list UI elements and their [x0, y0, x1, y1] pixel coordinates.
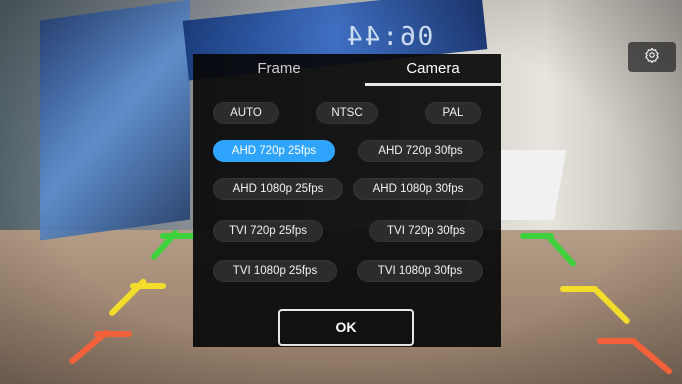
- guide-right-green-cap: [520, 233, 554, 239]
- option-tvi-1080p-30fps[interactable]: TVI 1080p 30fps: [357, 260, 483, 282]
- option-tvi-1080p-25fps[interactable]: TVI 1080p 25fps: [213, 260, 337, 282]
- gear-icon: [644, 47, 660, 68]
- option-ahd-1080p-25fps[interactable]: AHD 1080p 25fps: [213, 178, 343, 200]
- camera-settings-dialog: Frame Camera AUTO NTSC PAL AHD 720p 25fp…: [193, 54, 501, 347]
- option-pal[interactable]: PAL: [425, 102, 481, 124]
- tab-camera[interactable]: Camera: [365, 54, 501, 84]
- guide-right-red-cap: [597, 338, 637, 344]
- dialog-tabs: Frame Camera: [193, 54, 501, 86]
- guide-left-red-cap: [94, 331, 132, 337]
- option-ahd-1080p-30fps[interactable]: AHD 1080p 30fps: [353, 178, 483, 200]
- option-tvi-720p-30fps[interactable]: TVI 720p 30fps: [369, 220, 483, 242]
- guide-left-yellow-cap: [130, 283, 166, 289]
- option-tvi-720p-25fps[interactable]: TVI 720p 25fps: [213, 220, 323, 242]
- camera-feed-clock: 06:44: [345, 22, 434, 52]
- ok-button[interactable]: OK: [278, 309, 414, 346]
- option-ahd-720p-30fps[interactable]: AHD 720p 30fps: [358, 140, 483, 162]
- active-tab-indicator: [365, 83, 501, 86]
- settings-button[interactable]: [628, 42, 676, 72]
- option-ntsc[interactable]: NTSC: [316, 102, 378, 124]
- guide-right-yellow-cap: [560, 286, 598, 292]
- guide-left-green-cap: [160, 233, 196, 239]
- option-auto[interactable]: AUTO: [213, 102, 279, 124]
- option-ahd-720p-25fps[interactable]: AHD 720p 25fps: [213, 140, 335, 162]
- tab-frame[interactable]: Frame: [193, 54, 365, 84]
